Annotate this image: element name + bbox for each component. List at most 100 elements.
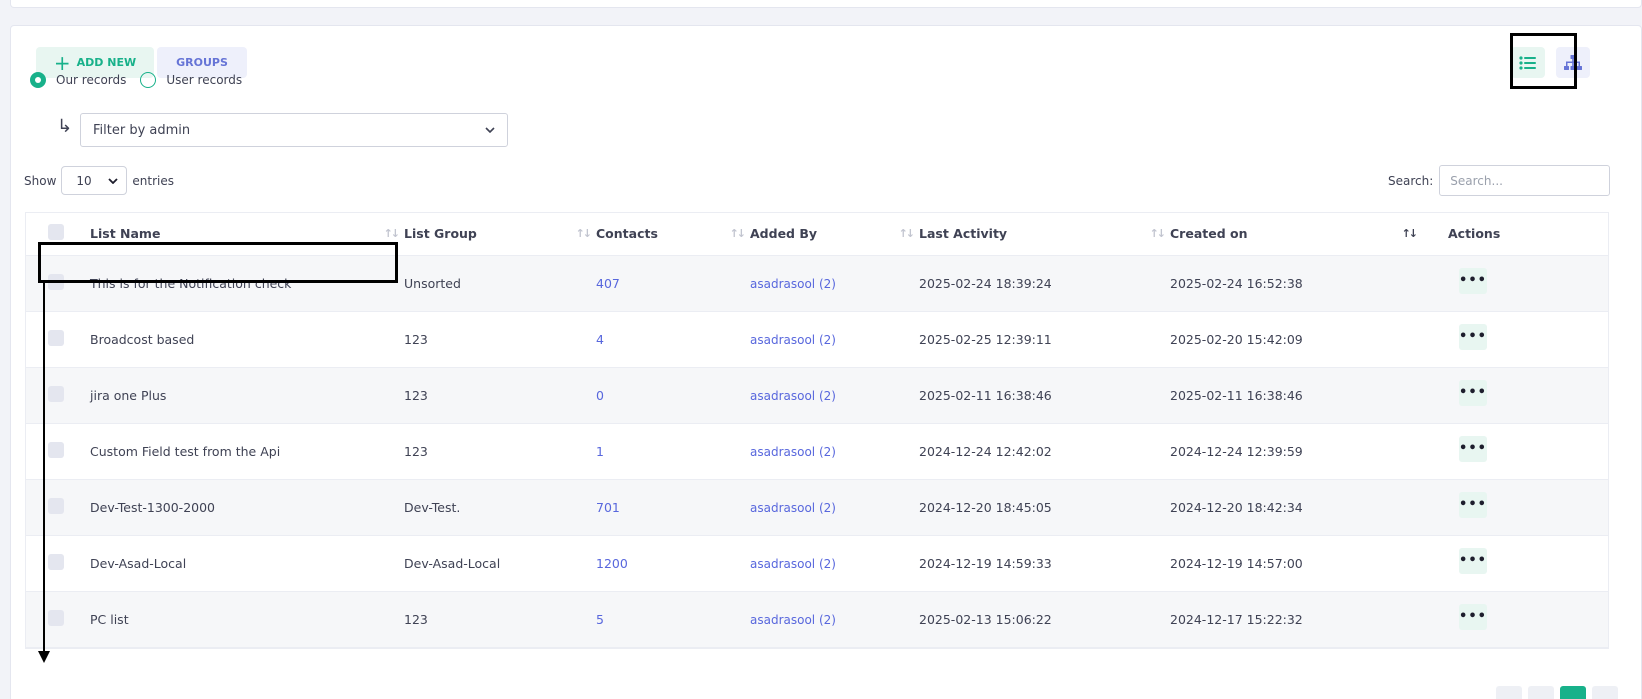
- sitemap-icon: [1564, 54, 1582, 70]
- list-group-cell: Dev-Asad-Local: [404, 535, 596, 592]
- row-checkbox[interactable]: [48, 385, 64, 402]
- added-by-link[interactable]: asadrasool (2): [750, 277, 836, 291]
- col-last-activity[interactable]: Last Activity ↑↓: [919, 213, 1170, 256]
- more-actions-button[interactable]: •••: [1459, 379, 1487, 406]
- added-by-link[interactable]: asadrasool (2): [750, 333, 836, 347]
- table-header-row: List Name ↑↓ List Group ↑↓ Contacts ↑↓ Adde…: [26, 213, 1608, 256]
- chevron-down-icon: [485, 127, 495, 133]
- row-checkbox[interactable]: [48, 609, 64, 626]
- page-length-control: Show 10 entries: [24, 166, 174, 195]
- search-input[interactable]: [1439, 165, 1611, 196]
- pagination-next-button[interactable]: [1592, 686, 1618, 699]
- created-on-cell: 2025-02-20 15:42:09: [1170, 311, 1422, 368]
- sort-icon: ↑↓: [898, 227, 916, 240]
- more-actions-button[interactable]: •••: [1459, 435, 1487, 462]
- list-name-cell[interactable]: Dev-Test-1300-2000: [90, 479, 404, 536]
- pagination-current-page[interactable]: [1560, 686, 1586, 699]
- created-on-cell: 2025-02-11 16:38:46: [1170, 367, 1422, 424]
- created-on-cell: 2024-12-24 12:39:59: [1170, 423, 1422, 480]
- last-activity-cell: 2025-02-25 12:39:11: [919, 311, 1170, 368]
- table-row: Custom Field test from the Api 123 1 asa…: [26, 423, 1608, 480]
- our-records-radio[interactable]: [30, 72, 46, 88]
- sort-icon: ↑↓: [729, 227, 747, 240]
- contacts-link[interactable]: 0: [596, 388, 604, 403]
- sort-icon: ↑↓: [575, 227, 593, 240]
- add-new-label: ADD NEW: [76, 56, 137, 69]
- pagination-page-button[interactable]: [1528, 686, 1554, 699]
- hierarchy-view-button[interactable]: [1556, 47, 1590, 78]
- list-group-cell: Dev-Test.: [404, 479, 596, 536]
- col-contacts[interactable]: Contacts ↑↓: [596, 213, 750, 256]
- row-checkbox[interactable]: [48, 553, 64, 570]
- added-by-link[interactable]: asadrasool (2): [750, 501, 836, 515]
- more-actions-button[interactable]: •••: [1459, 267, 1487, 294]
- search-label: Search:: [1388, 173, 1434, 188]
- last-activity-cell: 2025-02-24 18:39:24: [919, 255, 1170, 312]
- select-all-checkbox[interactable]: [48, 224, 64, 241]
- list-group-cell: Unsorted: [404, 255, 596, 312]
- row-checkbox[interactable]: [48, 497, 64, 514]
- list-name-cell[interactable]: Broadcost based: [90, 311, 404, 368]
- more-actions-button[interactable]: •••: [1459, 323, 1487, 350]
- table-row: PC list 123 5 asadrasool (2) 2025-02-13 …: [26, 591, 1608, 648]
- return-arrow-icon: ↳: [57, 116, 73, 137]
- col-last-activity-label: Last Activity: [919, 226, 1008, 242]
- lists-table: List Name ↑↓ List Group ↑↓ Contacts ↑↓ Adde…: [25, 212, 1609, 649]
- list-name-cell[interactable]: PC list: [90, 591, 404, 648]
- more-actions-button[interactable]: •••: [1459, 491, 1487, 518]
- list-name-cell[interactable]: Dev-Asad-Local: [90, 535, 404, 592]
- user-records-radio[interactable]: [140, 72, 157, 88]
- more-actions-button[interactable]: •••: [1459, 547, 1487, 574]
- sort-icon: ↑↓: [1149, 227, 1167, 240]
- col-created-on-label: Created on: [1170, 226, 1248, 242]
- col-list-name[interactable]: List Name ↑↓: [90, 213, 404, 256]
- col-created-on[interactable]: Created on ↑↓: [1170, 213, 1422, 256]
- last-activity-cell: 2025-02-13 15:06:22: [919, 591, 1170, 648]
- list-view-button[interactable]: [1511, 47, 1545, 78]
- annotation-arrow-head: [38, 651, 50, 663]
- contacts-link[interactable]: 5: [596, 612, 604, 627]
- col-list-group[interactable]: List Group ↑↓: [404, 213, 596, 256]
- user-records-label[interactable]: User records: [166, 73, 242, 87]
- records-radio-group: Our records User records: [30, 72, 256, 88]
- table-row: Dev-Asad-Local Dev-Asad-Local 1200 asadr…: [26, 535, 1608, 592]
- row-checkbox[interactable]: [48, 441, 64, 458]
- list-name-cell[interactable]: Custom Field test from the Api: [90, 423, 404, 480]
- last-activity-cell: 2024-12-24 12:42:02: [919, 423, 1170, 480]
- pagination-prev-button[interactable]: [1496, 686, 1522, 699]
- list-group-cell: 123: [404, 423, 596, 480]
- top-panel-edge: [10, 0, 1642, 8]
- table-search: Search:: [1388, 165, 1611, 196]
- contacts-link[interactable]: 1200: [596, 556, 628, 571]
- added-by-link[interactable]: asadrasool (2): [750, 557, 836, 571]
- row-checkbox[interactable]: [48, 273, 64, 290]
- added-by-link[interactable]: asadrasool (2): [750, 445, 836, 459]
- col-actions-label: Actions: [1448, 226, 1501, 242]
- added-by-link[interactable]: asadrasool (2): [750, 389, 836, 403]
- table-row: This is for the Notification check Unsor…: [26, 255, 1608, 312]
- contacts-link[interactable]: 1: [596, 444, 604, 459]
- more-actions-button[interactable]: •••: [1459, 603, 1487, 630]
- col-contacts-label: Contacts: [596, 226, 658, 242]
- table-row: Dev-Test-1300-2000 Dev-Test. 701 asadras…: [26, 479, 1608, 536]
- our-records-label[interactable]: Our records: [56, 73, 126, 87]
- table-row: Broadcost based 123 4 asadrasool (2) 202…: [26, 311, 1608, 368]
- page-length-select[interactable]: 10: [61, 166, 128, 195]
- added-by-link[interactable]: asadrasool (2): [750, 613, 836, 627]
- created-on-cell: 2024-12-17 15:22:32: [1170, 591, 1422, 648]
- contacts-link[interactable]: 701: [596, 500, 620, 515]
- col-list-group-label: List Group: [404, 226, 477, 242]
- col-actions: Actions: [1422, 213, 1608, 256]
- show-label: Show: [24, 173, 57, 188]
- filter-by-admin-select[interactable]: Filter by admin: [80, 113, 508, 147]
- plus-icon: +: [53, 50, 71, 75]
- row-checkbox[interactable]: [48, 329, 64, 346]
- sort-desc-icon: ↑↓: [1401, 227, 1419, 240]
- last-activity-cell: 2024-12-20 18:45:05: [919, 479, 1170, 536]
- list-name-cell[interactable]: jira one Plus: [90, 367, 404, 424]
- contacts-link[interactable]: 4: [596, 332, 604, 347]
- contacts-link[interactable]: 407: [596, 276, 620, 291]
- col-added-by[interactable]: Added By ↑↓: [750, 213, 919, 256]
- list-name-cell[interactable]: This is for the Notification check: [90, 255, 404, 312]
- created-on-cell: 2025-02-24 16:52:38: [1170, 255, 1422, 312]
